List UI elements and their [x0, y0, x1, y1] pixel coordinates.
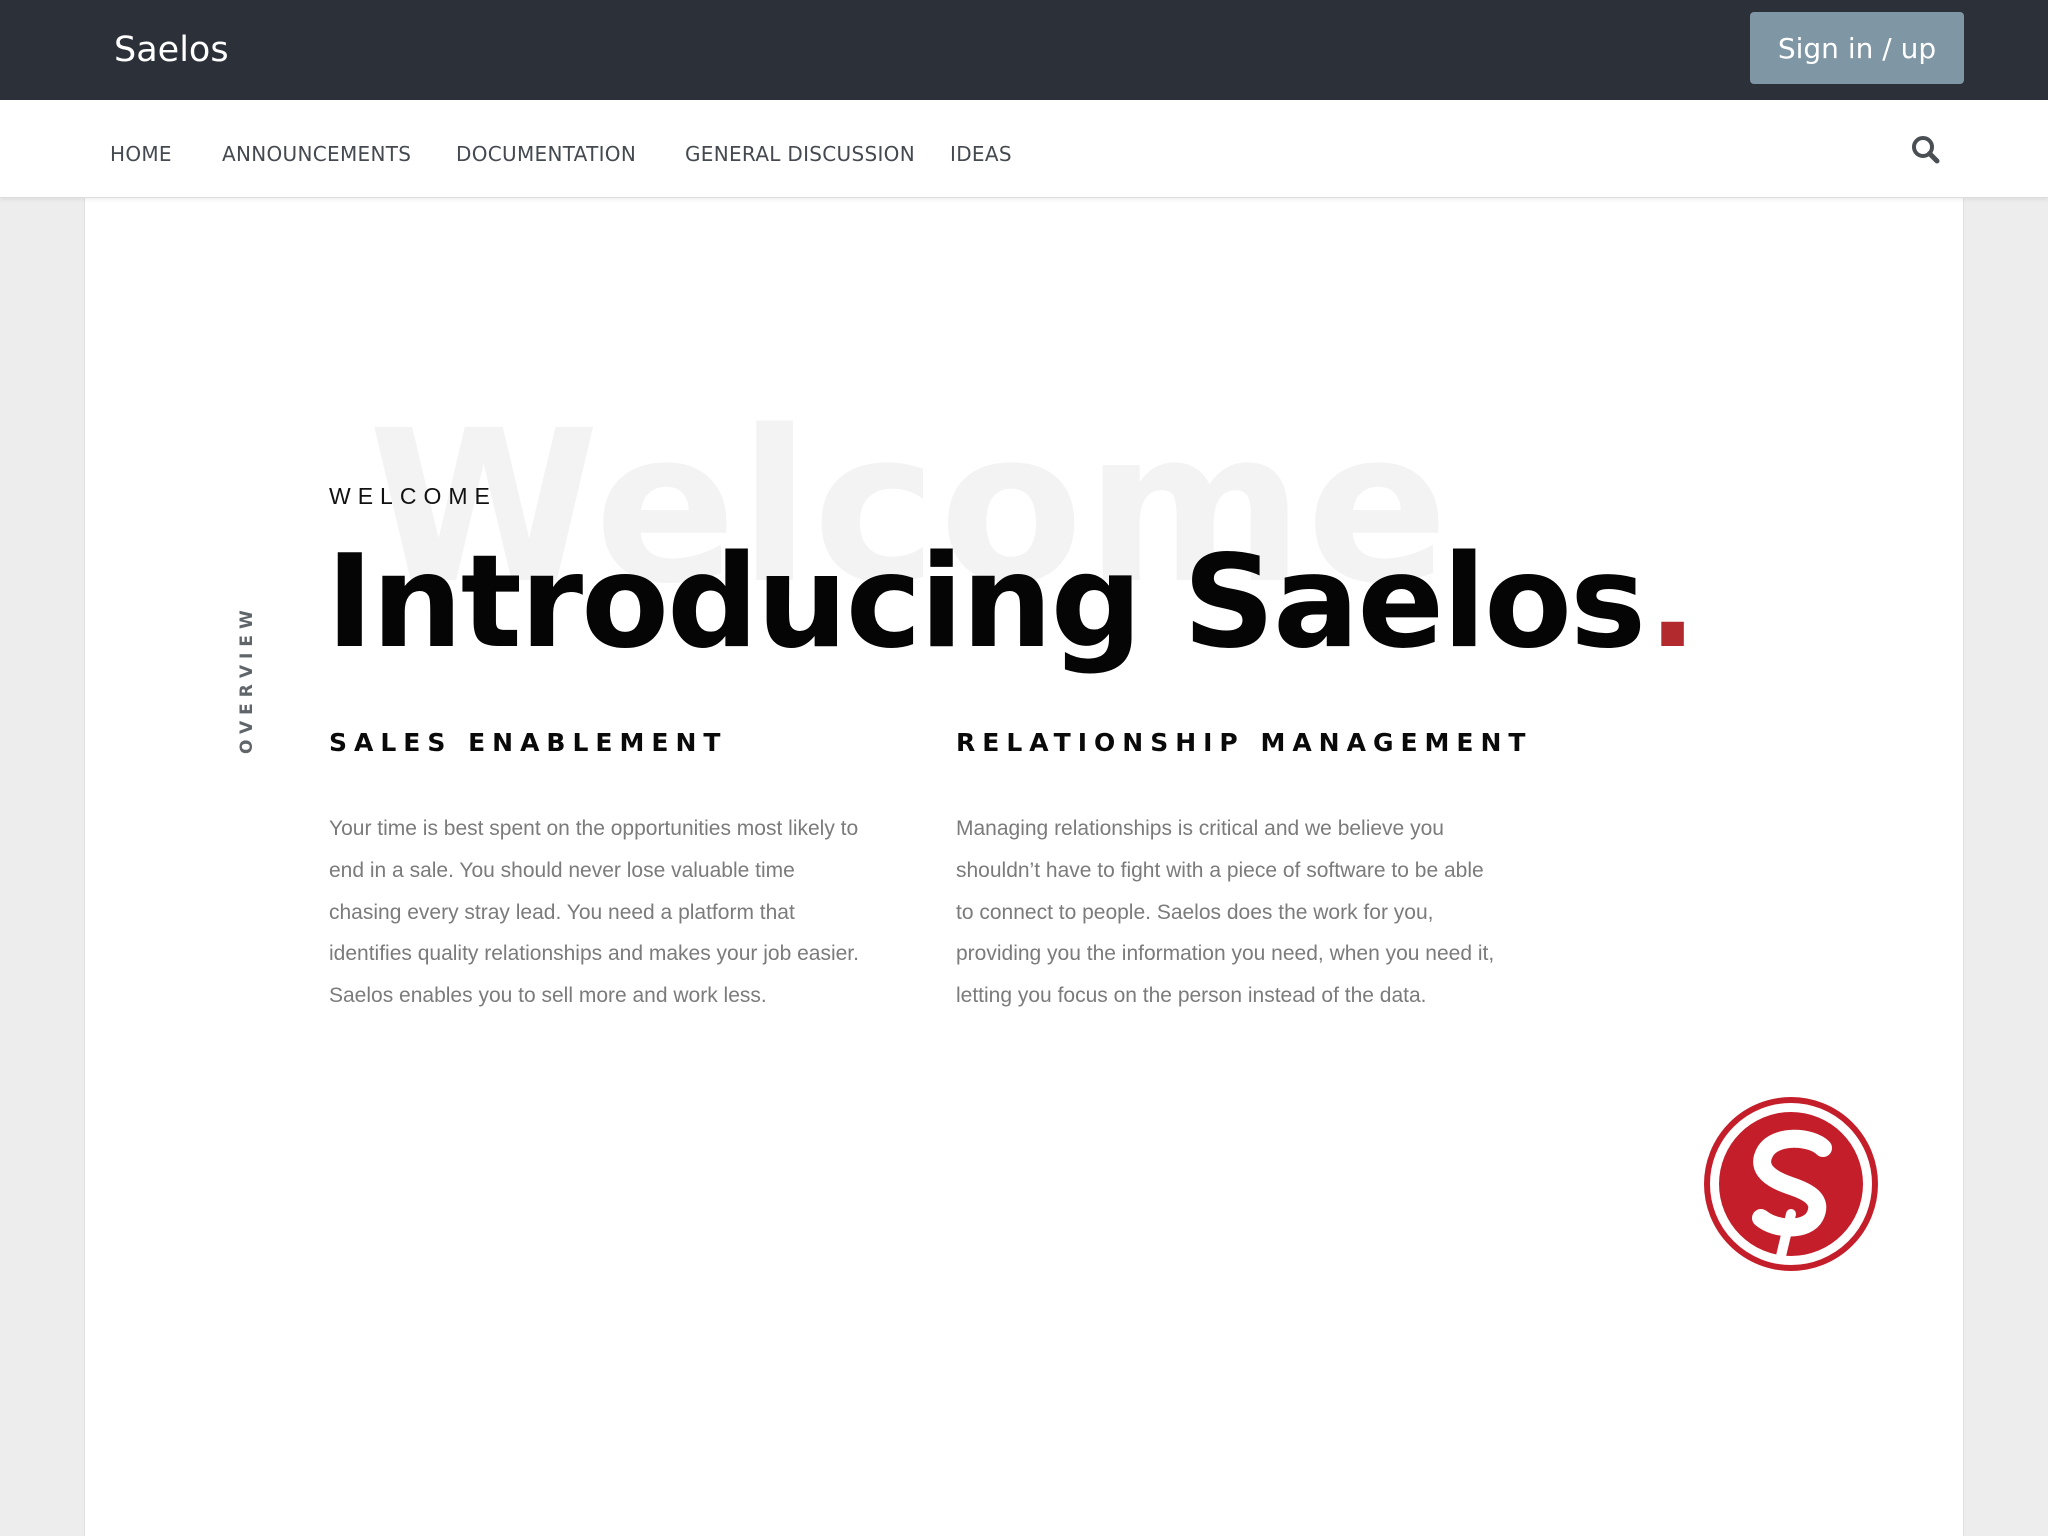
nav-item-home[interactable]: HOME: [110, 142, 172, 166]
category-nav: HOME ANNOUNCEMENTS DOCUMENTATION GENERAL…: [0, 100, 2048, 198]
headline-text: Introducing Saelos: [326, 528, 1646, 677]
nav-item-announcements[interactable]: ANNOUNCEMENTS: [222, 142, 411, 166]
headline-accent-dot: .: [1648, 528, 1697, 677]
section-side-label: OVERVIEW: [237, 604, 257, 754]
feature-body-relationship-management: Managing relationships is critical and w…: [956, 817, 1495, 1008]
nav-item-documentation[interactable]: DOCUMENTATION: [456, 142, 636, 166]
top-bar: Saelos Sign in / up: [0, 0, 2048, 100]
saelos-logo-icon: [1703, 1096, 1879, 1272]
feature-body-sales-enablement: Your time is best spent on the opportuni…: [329, 817, 859, 1008]
site-brand[interactable]: Saelos: [114, 26, 229, 74]
page-title: Introducing Saelos.: [326, 528, 1697, 678]
nav-item-ideas[interactable]: IDEAS: [950, 142, 1012, 166]
nav-item-general-discussion[interactable]: GENERAL DISCUSSION: [685, 142, 915, 166]
sign-in-button[interactable]: Sign in / up: [1750, 12, 1964, 84]
feature-title-relationship-management: RELATIONSHIP MANAGEMENT: [956, 728, 1533, 757]
feature-title-sales-enablement: SALES ENABLEMENT: [329, 728, 728, 757]
search-icon[interactable]: [1906, 130, 1946, 170]
hero-eyebrow: WELCOME: [329, 483, 497, 509]
